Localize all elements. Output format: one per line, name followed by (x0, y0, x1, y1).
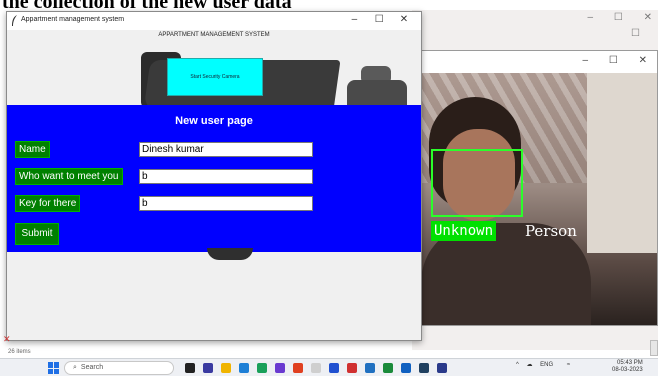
start-camera-button[interactable]: Start Security Camera (167, 58, 263, 96)
camera-minimize-button[interactable]: – (583, 55, 589, 66)
chrome-icon[interactable] (293, 363, 303, 373)
close-mark-icon: ✕ (3, 334, 11, 344)
background-close-button[interactable]: ✕ (644, 12, 652, 23)
feather-icon (12, 15, 17, 26)
app-titlebar: Appartment management system – ☐ ✕ (7, 12, 421, 30)
meet-field[interactable]: b (139, 169, 313, 184)
background-minimize-button[interactable]: – (588, 12, 594, 23)
screen: the collection of the new user data – ☐ … (0, 0, 658, 376)
wall-panel (587, 73, 657, 253)
chat-icon[interactable] (203, 363, 213, 373)
camera-window-titlebar: – ☐ ✕ (421, 51, 657, 73)
chevron-up-icon[interactable]: ^ (516, 362, 519, 368)
language-indicator[interactable]: ENG (540, 362, 559, 368)
name-field[interactable]: Dinesh kumar (139, 142, 313, 157)
face-detection-box (431, 149, 523, 217)
key-label: Key for there (15, 195, 81, 212)
clock-date: 08-03-2023 (612, 367, 643, 373)
background-window-controls: – ☐ ✕ (570, 12, 652, 23)
camera-feed: Unknown Person (421, 73, 657, 325)
search-placeholder: Search (80, 364, 104, 371)
excel-icon[interactable] (383, 363, 393, 373)
camera-window: – ☐ ✕ Unknown Person (420, 50, 658, 326)
file-explorer-icon[interactable] (221, 363, 231, 373)
camera-base (207, 248, 253, 260)
camera-window-controls: – ☐ ✕ (565, 55, 647, 66)
terminal-icon[interactable] (419, 363, 429, 373)
word-icon[interactable] (365, 363, 375, 373)
app-header: APPARTMENT MANAGEMENT SYSTEM (158, 32, 270, 38)
wifi-icon[interactable]: ≈ (567, 362, 570, 368)
camera-close-button[interactable]: ✕ (639, 55, 647, 66)
app-maximize-button[interactable]: ☐ (368, 14, 390, 25)
camera-maximize-button[interactable]: ☐ (609, 55, 618, 66)
photoshop-icon[interactable] (329, 363, 339, 373)
app-minimize-button[interactable]: – (343, 14, 365, 25)
key-field[interactable]: b (139, 196, 313, 211)
clock-time: 05:43 PM (617, 360, 643, 366)
taskbar-search[interactable]: ⌕ Search (64, 361, 174, 375)
feather-icon[interactable] (437, 363, 447, 373)
submit-button[interactable]: Submit (15, 223, 59, 245)
app-close-button[interactable]: ✕ (393, 14, 415, 25)
language-label: ENG (540, 362, 554, 368)
app-icon[interactable] (347, 363, 357, 373)
detection-label-person: Person (525, 222, 577, 240)
taskbar: ⌕ Search ^ ☁ ENG ≈ 05:43 PM 08-03-2023 (0, 358, 658, 376)
new-user-form: New user page Name Dinesh kumar Who want… (7, 105, 421, 252)
app-window: Appartment management system – ☐ ✕ APPAR… (6, 11, 422, 341)
app-window-controls: – ☐ ✕ (343, 14, 415, 25)
cloud-icon[interactable]: ☁ (527, 362, 533, 368)
form-title: New user page (175, 115, 253, 127)
scrollbar[interactable] (650, 340, 658, 356)
store-icon[interactable] (257, 363, 267, 373)
meet-label: Who want to meet you (15, 168, 123, 185)
background-restore-icon[interactable]: ☐ (631, 28, 640, 39)
edge-icon[interactable] (239, 363, 249, 373)
windows-start-icon[interactable] (48, 362, 60, 374)
clock[interactable]: 05:43 PM 08-03-2023 (612, 360, 643, 374)
app-icon[interactable] (311, 363, 321, 373)
items-count: 26 items (8, 349, 31, 355)
background-maximize-button[interactable]: ☐ (614, 12, 623, 23)
taskbar-apps (185, 363, 447, 373)
app-icon[interactable] (401, 363, 411, 373)
app-icon[interactable] (275, 363, 285, 373)
taskview-icon[interactable] (185, 363, 195, 373)
app-window-title: Appartment management system (21, 16, 125, 23)
name-label: Name (15, 141, 50, 158)
search-icon: ⌕ (73, 364, 77, 371)
system-tray: ^ ☁ ENG ≈ (516, 361, 576, 368)
detection-label-unknown: Unknown (431, 221, 497, 241)
